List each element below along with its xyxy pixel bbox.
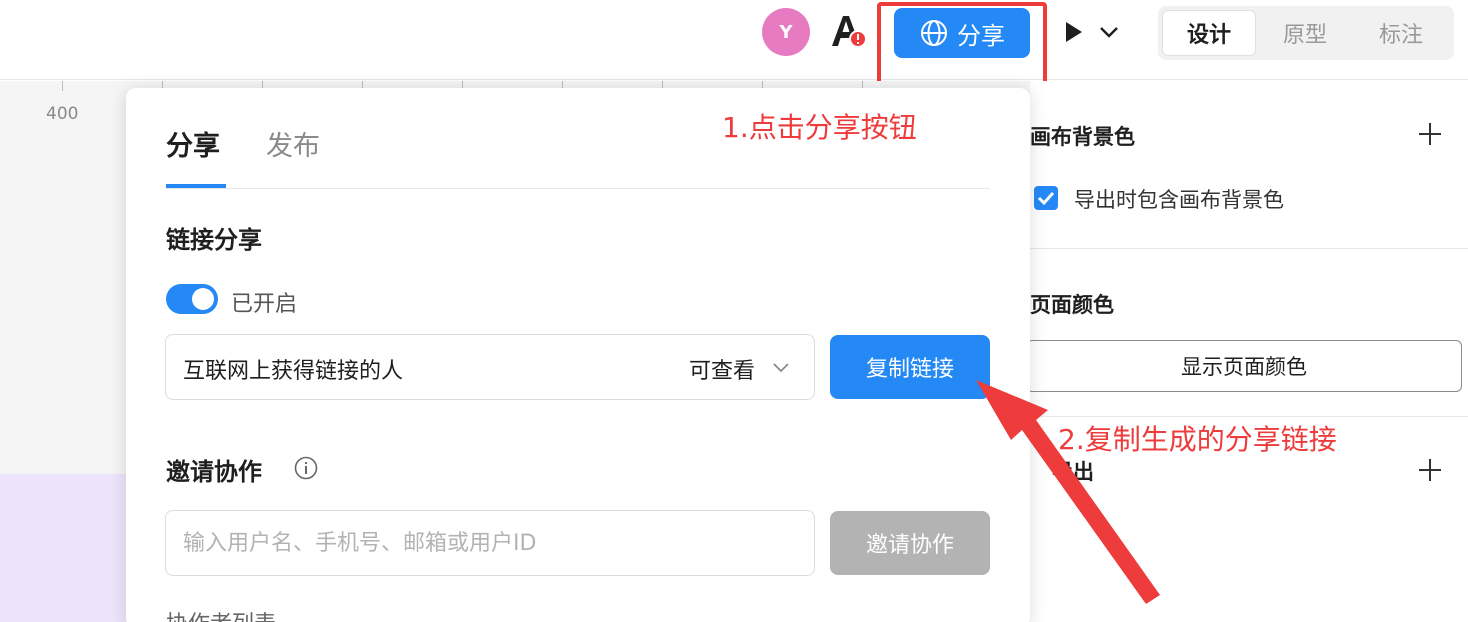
share-button-label: 分享 bbox=[957, 21, 1005, 50]
tab-publish[interactable]: 发布 bbox=[266, 124, 320, 163]
chevron-down-icon[interactable] bbox=[772, 362, 790, 374]
play-icon[interactable] bbox=[1064, 20, 1084, 44]
link-share-title: 链接分享 bbox=[166, 226, 262, 254]
invite-title: 邀请协作 bbox=[166, 458, 262, 486]
export-bg-label: 导出时包含画布背景色 bbox=[1074, 188, 1284, 212]
share-button[interactable]: 分享 bbox=[894, 8, 1030, 58]
link-audience-text: 互联网上获得链接的人 bbox=[183, 359, 404, 384]
export-bg-checkbox[interactable] bbox=[1034, 186, 1058, 210]
annotation-step2: 2.复制生成的分享链接 bbox=[1058, 423, 1337, 456]
link-share-toggle[interactable] bbox=[166, 284, 218, 314]
tab-prototype[interactable]: 原型 bbox=[1258, 10, 1352, 56]
chevron-down-icon[interactable] bbox=[1098, 24, 1120, 40]
permission-dropdown[interactable]: 可查看 bbox=[689, 353, 755, 385]
active-tab-indicator bbox=[166, 184, 226, 188]
link-share-toggle-label: 已开启 bbox=[231, 292, 298, 317]
invite-input[interactable] bbox=[165, 510, 815, 576]
add-export-icon[interactable] bbox=[1418, 458, 1442, 482]
tab-divider bbox=[166, 188, 990, 189]
copy-link-button[interactable]: 复制链接 bbox=[830, 335, 990, 399]
top-toolbar: Y 分享 设计 原型 标注 bbox=[0, 0, 1468, 80]
info-icon[interactable] bbox=[294, 456, 318, 480]
ruler-tick bbox=[62, 81, 63, 91]
tab-design[interactable]: 设计 bbox=[1162, 10, 1256, 56]
mode-switcher: 设计 原型 标注 bbox=[1158, 6, 1454, 60]
panel-divider bbox=[1030, 416, 1468, 417]
panel-divider bbox=[1030, 248, 1468, 249]
ruler-label: 400 bbox=[46, 104, 79, 124]
canvas-bg-title: 画布背景色 bbox=[1030, 125, 1135, 149]
font-warning-icon[interactable] bbox=[828, 10, 870, 52]
checkmark-icon bbox=[1037, 191, 1055, 206]
show-page-color-button[interactable]: 显示页面颜色 bbox=[1026, 340, 1462, 392]
export-section-title: 导出 bbox=[1052, 460, 1094, 484]
user-avatar[interactable]: Y bbox=[762, 8, 810, 56]
globe-icon bbox=[921, 20, 947, 46]
annotation-step1: 1.点击分享按钮 bbox=[722, 111, 917, 144]
page-color-title: 页面颜色 bbox=[1030, 293, 1114, 317]
invite-button[interactable]: 邀请协作 bbox=[830, 511, 990, 575]
collaborators-heading: 协作者列表 bbox=[166, 606, 276, 622]
tab-share[interactable]: 分享 bbox=[166, 124, 220, 163]
canvas-frame[interactable] bbox=[0, 474, 130, 622]
tab-annotation[interactable]: 标注 bbox=[1354, 10, 1448, 56]
add-canvas-bg-icon[interactable] bbox=[1418, 122, 1442, 146]
